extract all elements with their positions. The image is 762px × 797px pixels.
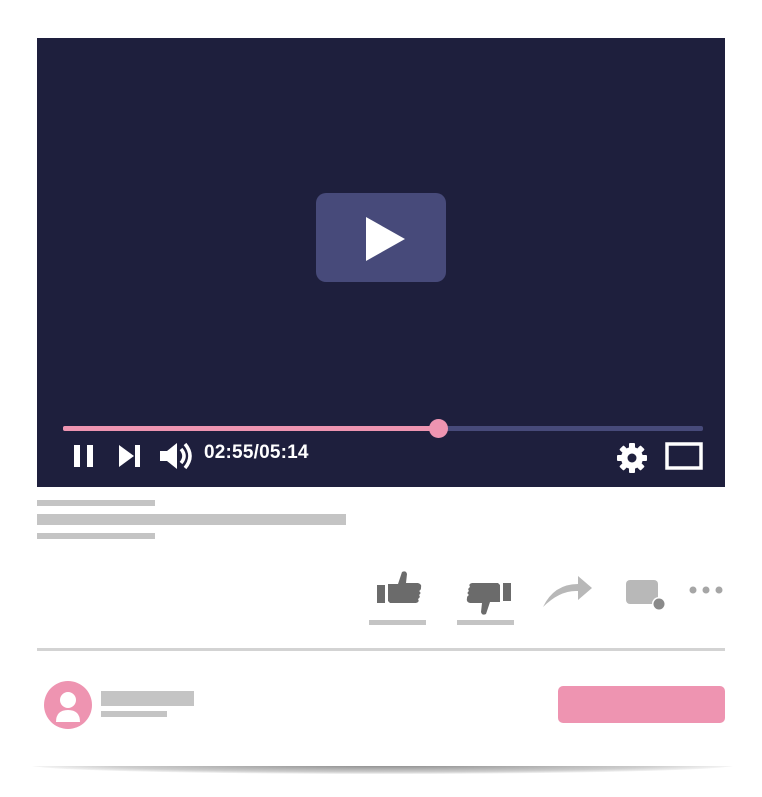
section-divider (37, 648, 725, 651)
video-meta-line (37, 533, 155, 539)
channel-name-line (101, 691, 194, 706)
video-player[interactable]: 02:55/05:14 (37, 38, 725, 487)
more-icon[interactable] (688, 584, 724, 596)
dislike-underline (457, 620, 514, 625)
comment-icon[interactable] (624, 578, 668, 612)
progress-bar[interactable] (63, 419, 703, 438)
gear-icon[interactable] (616, 442, 648, 474)
big-play-button[interactable] (316, 193, 446, 282)
progress-scrubber[interactable] (429, 419, 449, 438)
channel-meta-line (101, 711, 167, 717)
pause-icon[interactable] (73, 444, 95, 468)
like-underline (369, 620, 426, 625)
volume-icon[interactable] (159, 441, 195, 471)
play-icon (366, 217, 405, 261)
video-title-line (37, 514, 346, 525)
subscribe-button[interactable] (558, 686, 725, 723)
thumbs-up-icon[interactable] (376, 569, 424, 607)
progress-fill (63, 426, 439, 431)
avatar[interactable] (44, 681, 92, 729)
skip-next-icon[interactable] (117, 444, 143, 468)
thumbs-down-icon[interactable] (464, 579, 512, 617)
time-display: 02:55/05:14 (204, 442, 309, 463)
fullscreen-icon[interactable] (665, 442, 703, 470)
video-page: 02:55/05:14 (0, 0, 762, 797)
user-icon (56, 692, 80, 722)
video-meta-line (37, 500, 155, 506)
share-arrow-icon[interactable] (540, 574, 594, 610)
